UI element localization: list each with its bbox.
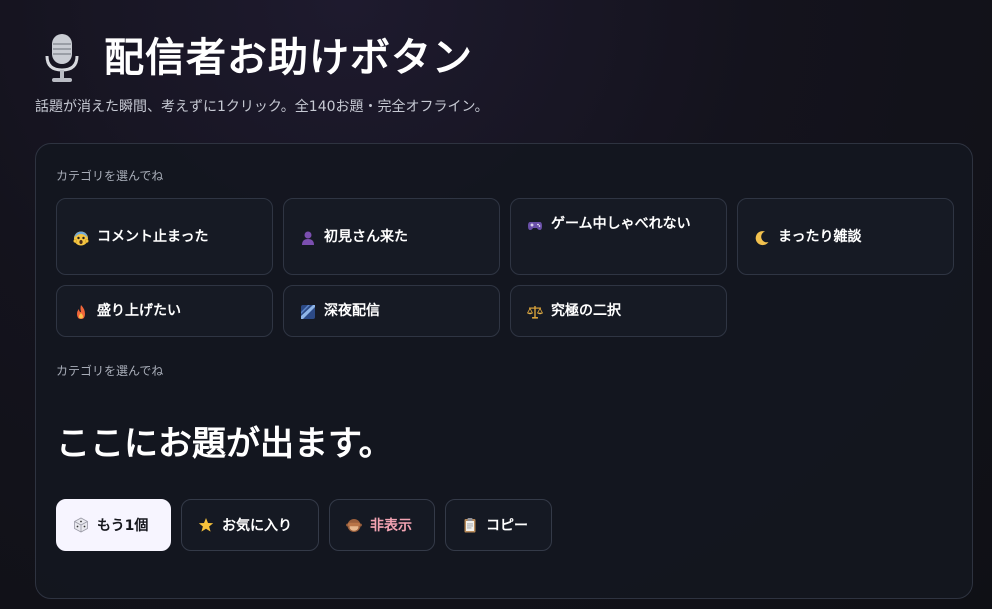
main-panel: カテゴリを選んでね コメント止まった 初見さん来た ゲーム中しゃべれない まった… [35, 143, 973, 599]
category-button-ultimate-choice[interactable]: 究極の二択 [510, 285, 727, 337]
button-label: 非表示 [370, 518, 412, 534]
night-sky-icon [300, 303, 316, 319]
category-label: 究極の二択 [551, 303, 621, 319]
person-silhouette-icon [300, 229, 316, 245]
category-label: 盛り上げたい [97, 303, 181, 319]
button-label: お気に入り [222, 518, 292, 534]
category-button-hype[interactable]: 盛り上げたい [56, 285, 273, 337]
button-label: もう1個 [97, 518, 149, 534]
game-controller-icon [527, 216, 543, 232]
fire-icon [73, 303, 89, 319]
another-one-button[interactable]: もう1個 [56, 499, 171, 551]
category-label: 深夜配信 [324, 303, 380, 319]
category-label: ゲーム中しゃべれない [551, 216, 691, 232]
app-header: 配信者お助けボタン [40, 30, 473, 86]
hide-button[interactable]: 非表示 [329, 499, 435, 551]
category-label: まったり雑談 [778, 228, 862, 245]
page-subtitle: 話題が消えた瞬間、考えずに1クリック。全140お題・完全オフライン。 [35, 99, 489, 115]
page-title: 配信者お助けボタン [104, 35, 473, 81]
result-section-label: カテゴリを選んでね [56, 364, 164, 378]
button-label: コピー [486, 518, 528, 534]
balance-scale-icon [526, 303, 544, 319]
scream-face-icon [73, 229, 89, 245]
star-icon [198, 517, 214, 533]
topic-display: ここにお題が出ます。 [56, 424, 393, 464]
category-section-label: カテゴリを選んでね [56, 169, 164, 183]
crescent-moon-icon [754, 229, 770, 245]
category-label: コメント止まった [97, 228, 209, 245]
clipboard-icon [462, 517, 478, 533]
category-button-relaxed-chat[interactable]: まったり雑談 [737, 198, 954, 275]
category-label: 初見さん来た [324, 228, 408, 245]
see-no-evil-monkey-icon [346, 517, 362, 533]
copy-button[interactable]: コピー [445, 499, 552, 551]
category-button-comment-stopped[interactable]: コメント止まった [56, 198, 273, 275]
category-button-first-timer[interactable]: 初見さん来た [283, 198, 500, 275]
category-button-gaming-quiet[interactable]: ゲーム中しゃべれない [510, 198, 727, 275]
favorite-button[interactable]: お気に入り [181, 499, 319, 551]
dice-icon [73, 517, 89, 533]
category-button-late-night[interactable]: 深夜配信 [283, 285, 500, 337]
microphone-icon [40, 30, 84, 86]
